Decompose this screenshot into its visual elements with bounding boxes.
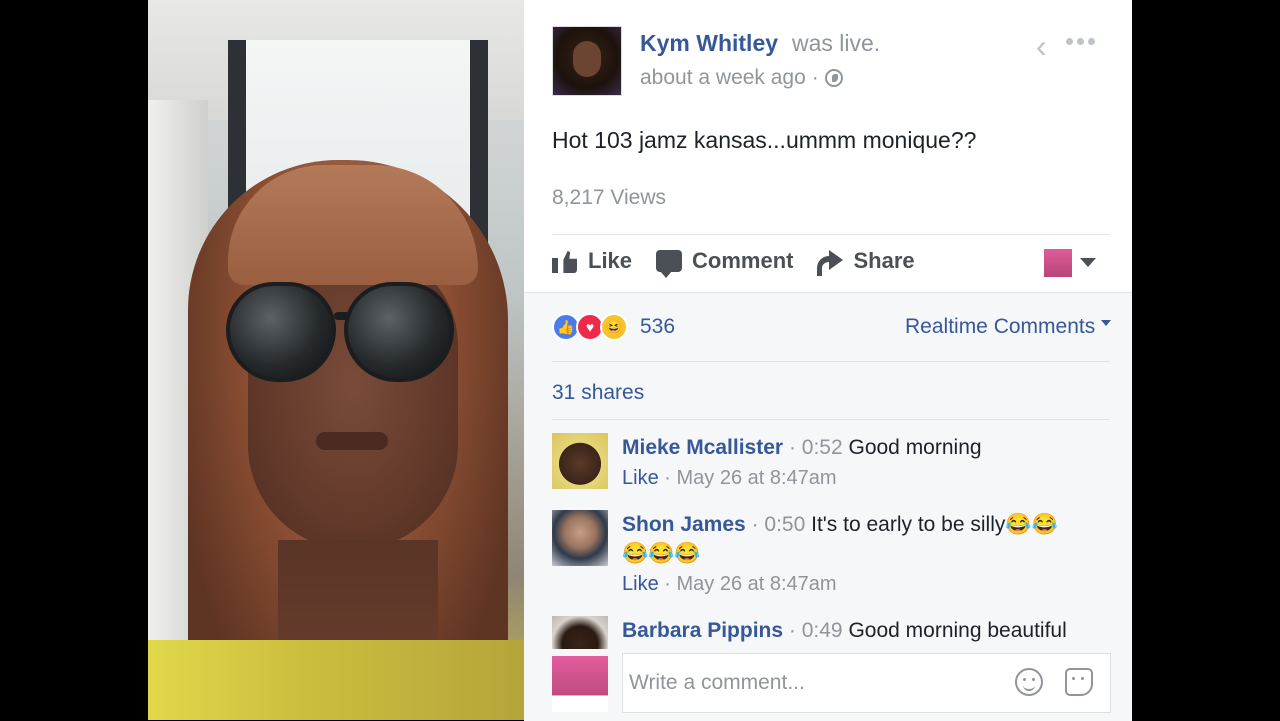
commenter-avatar[interactable] xyxy=(552,433,608,489)
comment-like-link[interactable]: Like xyxy=(622,467,659,489)
author-name[interactable]: Kym Whitley xyxy=(640,30,778,57)
comment-list: Mieke Mcallister · 0:52 Good morning Lik… xyxy=(552,433,1112,649)
comment-timestamp[interactable]: 0:50 xyxy=(764,513,805,536)
post-message: Hot 103 jamz kansas...ummm monique?? xyxy=(552,127,977,153)
comment-text: Good morning xyxy=(848,436,982,459)
like-label: Like xyxy=(588,248,633,273)
chevron-left-icon[interactable]: ‹ xyxy=(1036,30,1056,62)
comment-body: Shon James · 0:50 It's to early to be si… xyxy=(622,510,1112,539)
comment-composer: Write a comment... xyxy=(524,649,1132,721)
video-person-mouth xyxy=(316,432,388,450)
more-options-icon[interactable] xyxy=(1066,38,1095,45)
post-header: Kym Whitley was live. about a week ago ·… xyxy=(524,0,1132,292)
video-person-top xyxy=(148,640,524,720)
composer-avatar xyxy=(552,656,608,712)
comment-text-continued: 😂😂😂 xyxy=(622,542,701,565)
sunglasses-right xyxy=(344,282,454,382)
comment-footer: Like · May 26 at 8:47am xyxy=(622,462,1112,494)
sticker-icon[interactable] xyxy=(1065,668,1093,696)
comment-footer-separator: · xyxy=(664,467,677,489)
post-time[interactable]: about a week ago xyxy=(640,66,806,90)
commenter-avatar[interactable] xyxy=(552,616,608,649)
divider xyxy=(552,419,1110,420)
commenter-name[interactable]: Shon James xyxy=(622,513,746,536)
view-count: 8,217 Views xyxy=(552,186,667,209)
post-as-avatar[interactable] xyxy=(1044,249,1072,277)
comment-footer-separator: · xyxy=(664,573,677,595)
post-panel: Kym Whitley was live. about a week ago ·… xyxy=(524,0,1132,721)
share-button[interactable]: Share xyxy=(817,248,915,276)
reaction-count[interactable]: 536 xyxy=(640,315,675,339)
realtime-comments-dropdown[interactable]: Realtime Comments xyxy=(905,315,1112,339)
comment-timestamp[interactable]: 0:52 xyxy=(802,436,843,459)
emoji-icon[interactable] xyxy=(1015,668,1043,696)
comment-body: Mieke Mcallister · 0:52 Good morning xyxy=(622,433,1112,462)
comment-button[interactable]: Comment xyxy=(656,248,794,278)
like-button[interactable]: Like xyxy=(552,248,632,274)
post-meta: about a week ago · xyxy=(640,66,843,90)
reactions-summary[interactable]: 👍 ♥ 😆 536 xyxy=(552,313,675,341)
comment-text: Good morning beautiful xyxy=(848,619,1067,642)
haha-reaction-icon: 😆 xyxy=(600,313,628,341)
comment-separator: · xyxy=(751,513,765,536)
comment-item: Barbara Pippins · 0:49 Good morning beau… xyxy=(552,616,1112,649)
engagement-section: 👍 ♥ 😆 536 Realtime Comments 31 shares Mi… xyxy=(524,292,1132,721)
commenter-name[interactable]: Mieke Mcallister xyxy=(622,436,783,459)
live-status: was live. xyxy=(792,30,881,56)
author-avatar[interactable] xyxy=(552,26,622,96)
comment-separator: · xyxy=(788,436,802,459)
comment-separator: · xyxy=(788,619,802,642)
comment-timestamp[interactable]: 0:49 xyxy=(802,619,843,642)
comment-item: Shon James · 0:50 It's to early to be si… xyxy=(552,510,1112,600)
speech-bubble-icon xyxy=(656,250,683,278)
comment-footer: Like · May 26 at 8:47am xyxy=(622,568,1112,600)
realtime-label: Realtime Comments xyxy=(905,315,1096,338)
meta-separator: · xyxy=(811,66,819,89)
live-video[interactable] xyxy=(148,0,524,720)
action-bar: Like Comment Share xyxy=(552,246,939,278)
commenter-name[interactable]: Barbara Pippins xyxy=(622,619,783,642)
share-count[interactable]: 31 shares xyxy=(552,381,644,405)
commenter-avatar[interactable] xyxy=(552,510,608,566)
divider xyxy=(552,234,1110,235)
thumbs-up-icon xyxy=(552,249,578,273)
share-label: Share xyxy=(853,248,915,273)
comment-date[interactable]: May 26 at 8:47am xyxy=(676,467,836,489)
comment-like-link[interactable]: Like xyxy=(622,573,659,595)
comment-date[interactable]: May 26 at 8:47am xyxy=(676,573,836,595)
sunglasses-bridge xyxy=(334,312,350,320)
screen: Kym Whitley was live. about a week ago ·… xyxy=(0,0,1280,721)
comment-input[interactable]: Write a comment... xyxy=(622,653,1111,713)
divider xyxy=(552,361,1110,362)
sunglasses-left xyxy=(226,282,336,382)
comment-body: Barbara Pippins · 0:49 Good morning beau… xyxy=(622,616,1112,645)
comment-item: Mieke Mcallister · 0:52 Good morning Lik… xyxy=(552,433,1112,494)
comment-text: It's to early to be silly😂😂 xyxy=(811,513,1058,536)
caret-down-icon xyxy=(1101,320,1112,326)
globe-icon[interactable] xyxy=(824,69,843,87)
chevron-down-icon[interactable] xyxy=(1080,258,1096,267)
share-arrow-icon xyxy=(817,250,844,276)
comment-label: Comment xyxy=(692,248,794,273)
comment-placeholder: Write a comment... xyxy=(629,671,805,694)
